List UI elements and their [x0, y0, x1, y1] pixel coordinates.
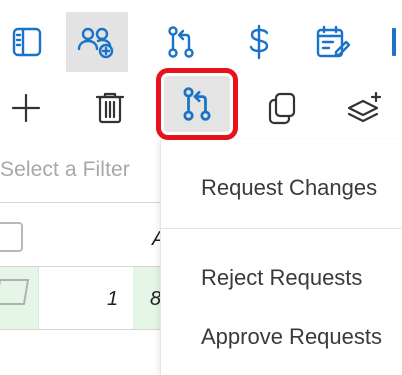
add-users-icon[interactable]: [66, 12, 128, 72]
calendar-edit-icon[interactable]: [302, 12, 364, 72]
menu-item-request-changes[interactable]: Request Changes: [201, 175, 377, 201]
copy-icon[interactable]: [252, 80, 312, 136]
sidebar-panel-icon[interactable]: [0, 12, 58, 72]
row-checkbox[interactable]: [0, 277, 32, 309]
grid-divider: [0, 329, 160, 330]
menu-divider: [161, 228, 402, 229]
menu-item-reject-requests[interactable]: Reject Requests: [201, 265, 362, 291]
dollar-icon[interactable]: [228, 12, 290, 72]
grid-divider: [38, 267, 39, 329]
pull-request-icon[interactable]: [164, 76, 230, 132]
plus-icon[interactable]: [0, 80, 56, 136]
layers-add-icon[interactable]: [334, 80, 394, 136]
pull-request-dropdown-menu: Request Changes Reject Requests Approve …: [160, 140, 402, 375]
partial-icon-edge: [392, 28, 396, 56]
pull-request-icon[interactable]: [150, 12, 212, 72]
select-all-checkbox[interactable]: [0, 222, 23, 252]
filter-input[interactable]: Select a Filter: [0, 158, 130, 182]
trash-icon[interactable]: [80, 80, 140, 136]
grid-divider: [0, 202, 160, 203]
row-number: 1: [107, 288, 119, 310]
pull-request-button-highlight[interactable]: [156, 68, 238, 140]
menu-item-approve-requests[interactable]: Approve Requests: [201, 324, 382, 350]
